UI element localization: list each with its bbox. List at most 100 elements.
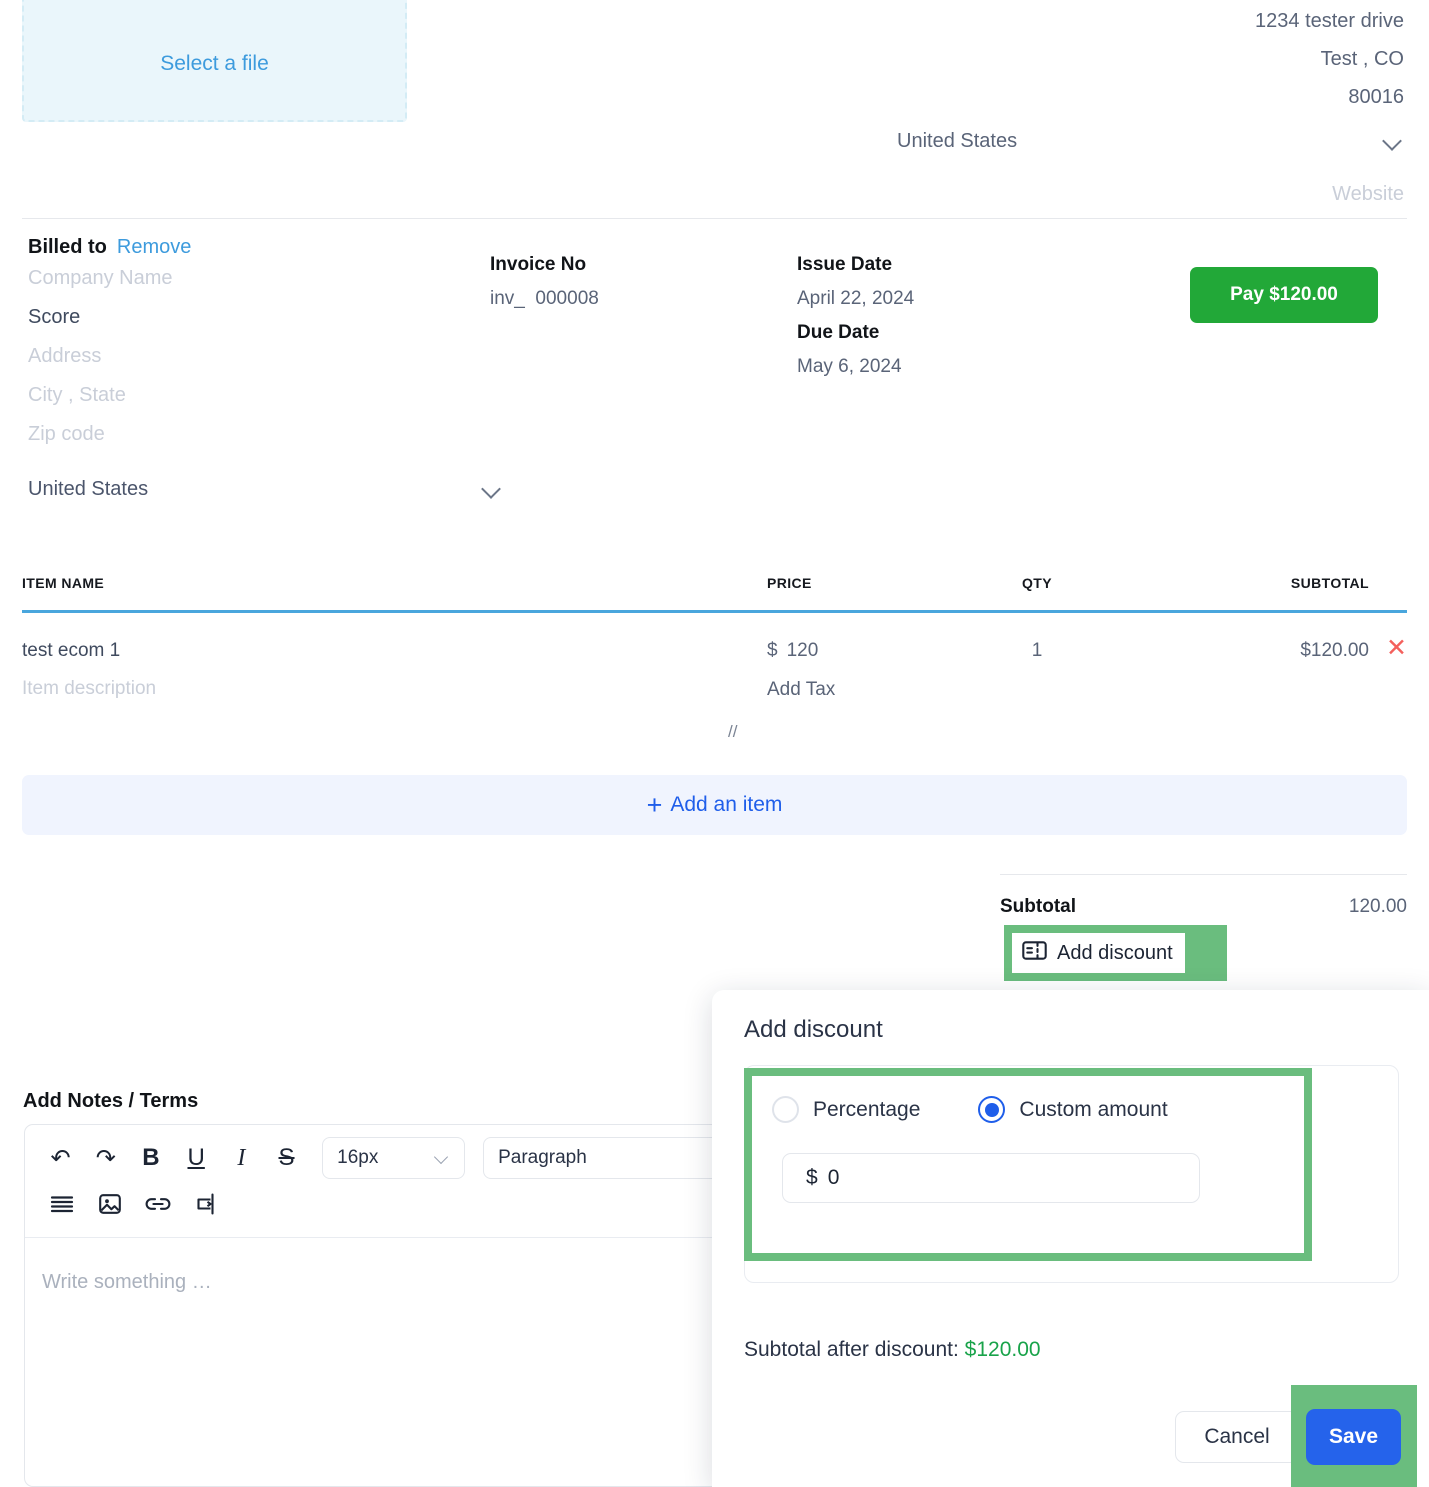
add-discount-label: Add discount xyxy=(1057,941,1173,964)
totals-section: Subtotal 120.00 xyxy=(1000,874,1407,918)
notes-body-input[interactable]: Write something … xyxy=(25,1238,763,1294)
bold-icon[interactable]: B xyxy=(133,1139,168,1177)
ticket-icon xyxy=(1022,940,1047,966)
strikethrough-icon[interactable]: S xyxy=(269,1139,304,1177)
rich-text-editor: ↶ ↷ B U I S 16px Paragraph Write somethi… xyxy=(24,1124,764,1487)
column-header-price: PRICE xyxy=(767,575,812,591)
item-price-input[interactable]: $120 xyxy=(767,640,947,662)
line-items-table: ITEM NAME PRICE QTY SUBTOTAL test ecom 1… xyxy=(22,575,1407,701)
billed-zip-field[interactable]: Zip code xyxy=(28,415,468,454)
due-date-value[interactable]: May 6, 2024 xyxy=(797,348,914,386)
undo-icon[interactable]: ↶ xyxy=(43,1139,78,1177)
company-address-line-3: 80016 xyxy=(1348,86,1404,108)
company-website-placeholder[interactable]: Website xyxy=(844,183,1404,206)
billed-country-value: United States xyxy=(28,478,149,500)
invoice-no-value[interactable]: inv_ 000008 xyxy=(490,280,599,318)
billed-customer-name[interactable]: Score xyxy=(28,298,468,337)
issue-date-value[interactable]: April 22, 2024 xyxy=(797,280,914,318)
pay-button[interactable]: Pay $120.00 xyxy=(1190,267,1378,323)
page-break-icon[interactable] xyxy=(187,1185,225,1223)
invoice-editor-page: Select a file 1234 tester drive Test , C… xyxy=(0,0,1429,1487)
file-upload-dropzone[interactable]: Select a file xyxy=(22,0,407,122)
subtotal-after-discount: Subtotal after discount: $120.00 xyxy=(744,1338,1041,1362)
editor-toolbar-row-1: ↶ ↷ B U I S 16px Paragraph xyxy=(25,1125,764,1179)
discount-type-options: Percentage Custom amount $ 0 xyxy=(752,1076,1304,1253)
radio-percentage[interactable]: Percentage xyxy=(772,1096,920,1123)
table-header-row: ITEM NAME PRICE QTY SUBTOTAL xyxy=(22,575,1407,591)
currency-symbol: $ xyxy=(806,1166,818,1189)
editor-toolbar-row-2 xyxy=(25,1179,763,1223)
table-header-rule xyxy=(22,610,1407,613)
remove-customer-link[interactable]: Remove xyxy=(117,236,191,258)
item-qty-input[interactable]: 1 xyxy=(1032,640,1043,661)
notes-section-title: Add Notes / Terms xyxy=(23,1090,199,1112)
company-country-value: United States xyxy=(897,130,1018,152)
item-subtotal-value: $120.00 xyxy=(1300,640,1369,661)
chevron-down-icon xyxy=(434,1150,450,1166)
billed-to-block: Billed to Remove Company Name Score Addre… xyxy=(28,236,468,454)
subtotal-after-discount-label: Subtotal after discount: xyxy=(744,1338,959,1361)
item-name-input[interactable]: test ecom 1 xyxy=(22,640,767,662)
item-qty-cell: 1 xyxy=(947,640,1127,701)
issue-date-label: Issue Date xyxy=(797,254,893,275)
font-size-value: 16px xyxy=(337,1147,379,1168)
company-address-line-2: Test , CO xyxy=(1320,48,1404,70)
column-header-qty: QTY xyxy=(1022,575,1052,591)
cancel-button[interactable]: Cancel xyxy=(1175,1411,1299,1463)
add-item-button[interactable]: + Add an item xyxy=(22,775,1407,835)
column-header-item-name: ITEM NAME xyxy=(22,575,105,591)
add-discount-button[interactable]: Add discount xyxy=(1012,933,1185,973)
billed-city-state-field[interactable]: City , State xyxy=(28,376,468,415)
subtotal-after-discount-value: $120.00 xyxy=(964,1338,1041,1361)
discount-radio-group: Percentage Custom amount xyxy=(772,1096,1304,1123)
subtotal-value: 120.00 xyxy=(1348,896,1407,917)
align-justify-icon[interactable] xyxy=(43,1185,81,1223)
column-header-subtotal: SUBTOTAL xyxy=(1290,575,1369,591)
billed-to-heading: Billed to Remove xyxy=(28,236,468,259)
close-icon[interactable]: ✕ xyxy=(1386,636,1407,661)
totals-divider xyxy=(1000,874,1407,875)
modal-title: Add discount xyxy=(744,1016,883,1043)
font-size-select[interactable]: 16px xyxy=(322,1137,466,1179)
add-tax-link[interactable]: Add Tax xyxy=(767,679,947,701)
add-item-label: Add an item xyxy=(670,793,783,816)
billed-address-field[interactable]: Address xyxy=(28,337,468,376)
select-a-file-link[interactable]: Select a file xyxy=(160,52,269,76)
save-button[interactable]: Save xyxy=(1306,1409,1401,1465)
invoice-no-label: Invoice No xyxy=(490,254,587,275)
company-address-block: 1234 tester drive Test , CO 80016 xyxy=(844,2,1404,116)
radio-custom-amount[interactable]: Custom amount xyxy=(978,1096,1168,1123)
billed-country-select[interactable]: United States xyxy=(28,478,518,501)
currency-symbol: $ xyxy=(767,640,778,661)
item-name-cell: test ecom 1 Item description xyxy=(22,640,767,701)
radio-circle-icon xyxy=(772,1096,799,1123)
underline-icon[interactable]: U xyxy=(179,1139,214,1177)
subtotal-row: Subtotal 120.00 xyxy=(1000,896,1407,918)
italic-icon[interactable]: I xyxy=(224,1139,259,1177)
billed-to-label: Billed to xyxy=(28,236,107,258)
radio-percentage-label: Percentage xyxy=(813,1097,921,1121)
chevron-down-icon xyxy=(1382,131,1404,153)
image-icon[interactable] xyxy=(91,1185,129,1223)
radio-circle-selected-icon xyxy=(978,1096,1006,1123)
block-format-value: Paragraph xyxy=(498,1147,587,1168)
item-price-cell: $120 Add Tax xyxy=(767,640,947,701)
company-country-select[interactable]: United States xyxy=(844,130,1404,153)
discount-amount-value: 0 xyxy=(827,1166,840,1189)
invoice-dates-block: Issue Date April 22, 2024 Due Date May 6… xyxy=(797,250,914,386)
plus-icon: + xyxy=(646,789,663,820)
item-subtotal-cell: $120.00 xyxy=(1127,640,1407,701)
table-row: test ecom 1 Item description $120 Add Ta… xyxy=(22,636,1407,701)
invoice-no-prefix: inv_ xyxy=(490,288,525,309)
discount-amount-input[interactable]: $ 0 xyxy=(782,1153,1200,1203)
redo-icon[interactable]: ↷ xyxy=(88,1139,123,1177)
invoice-number-block: Invoice No inv_ 000008 xyxy=(490,250,599,318)
invoice-no-number: 000008 xyxy=(535,288,599,309)
link-icon[interactable] xyxy=(139,1185,177,1223)
item-description-input[interactable]: Item description xyxy=(22,678,767,700)
textarea-resize-handle[interactable]: // xyxy=(728,722,737,742)
chevron-down-icon xyxy=(481,479,503,501)
subtotal-label: Subtotal xyxy=(1000,896,1076,917)
company-address-line-1: 1234 tester drive xyxy=(1255,10,1404,32)
billed-company-name-field[interactable]: Company Name xyxy=(28,259,468,298)
